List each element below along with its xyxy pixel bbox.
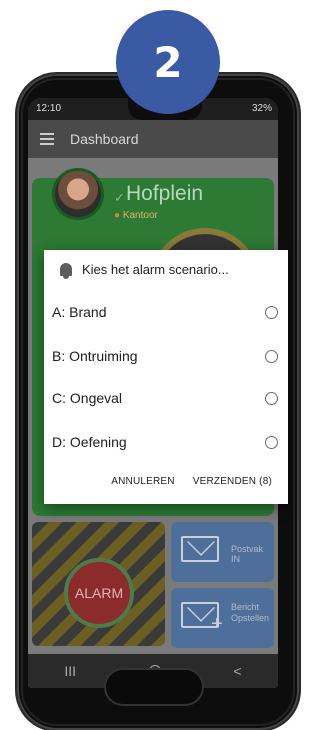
step-number: 2	[153, 37, 183, 87]
status-time: 12:10	[36, 103, 62, 114]
status-battery: 32%	[251, 103, 272, 114]
compose-tile[interactable]: + Bericht Opstellen	[171, 588, 274, 648]
dialog-header: Kies het alarm scenario...	[60, 262, 229, 279]
dialog-title: Kies het alarm scenario...	[82, 262, 229, 277]
option-oefening[interactable]: D: Oefening	[52, 422, 280, 462]
option-brand[interactable]: A: Brand	[52, 292, 280, 332]
dialog-actions: ANNULEREN VERZENDEN (8)	[111, 476, 272, 487]
option-label: D: Oefening	[52, 434, 127, 450]
location-name: Hofplein	[126, 182, 204, 205]
avatar	[52, 168, 104, 220]
inbox-tile[interactable]: Postvak IN	[171, 522, 274, 582]
location-subtitle-text: Kantoor	[122, 210, 158, 221]
radio-button[interactable]	[265, 391, 278, 405]
option-ongeval[interactable]: C: Ongeval	[52, 378, 280, 418]
app-bar: Dashboard	[28, 120, 278, 158]
radio-button[interactable]	[265, 305, 278, 319]
back-button[interactable]: <	[233, 663, 241, 679]
plus-icon: +	[211, 613, 223, 635]
send-button[interactable]: VERZENDEN (8)	[193, 476, 272, 487]
pin-icon: ●	[114, 210, 121, 221]
location-subtitle: ● Kantoor	[114, 210, 158, 221]
alarm-tile[interactable]: ALARM	[32, 522, 165, 646]
alarm-scenario-dialog: Kies het alarm scenario... A: Brand B: O…	[44, 250, 288, 504]
compose-label: Bericht Opstellen	[231, 602, 269, 624]
alarm-button[interactable]: ALARM	[64, 558, 134, 628]
app-title: Dashboard	[70, 131, 139, 147]
check-icon: ✓	[114, 190, 125, 205]
alarm-label: ALARM	[74, 585, 124, 601]
option-ontruiming[interactable]: B: Ontruiming	[52, 336, 280, 376]
compose-label-line1: Bericht	[231, 602, 260, 612]
option-label: A: Brand	[52, 304, 107, 320]
option-label: C: Ongeval	[52, 390, 123, 406]
inbox-label: Postvak IN	[231, 544, 264, 564]
bell-icon	[60, 263, 72, 279]
recent-apps-button[interactable]: III	[64, 663, 76, 679]
menu-icon[interactable]	[40, 133, 54, 145]
compose-label-line2: Opstellen	[231, 613, 270, 623]
envelope-icon	[181, 536, 219, 562]
option-label: B: Ontruiming	[52, 348, 138, 364]
cancel-button[interactable]: ANNULEREN	[111, 476, 174, 487]
radio-button[interactable]	[265, 435, 278, 449]
step-badge: 2	[116, 10, 220, 114]
phone-chin	[104, 668, 204, 706]
radio-button[interactable]	[265, 349, 278, 363]
